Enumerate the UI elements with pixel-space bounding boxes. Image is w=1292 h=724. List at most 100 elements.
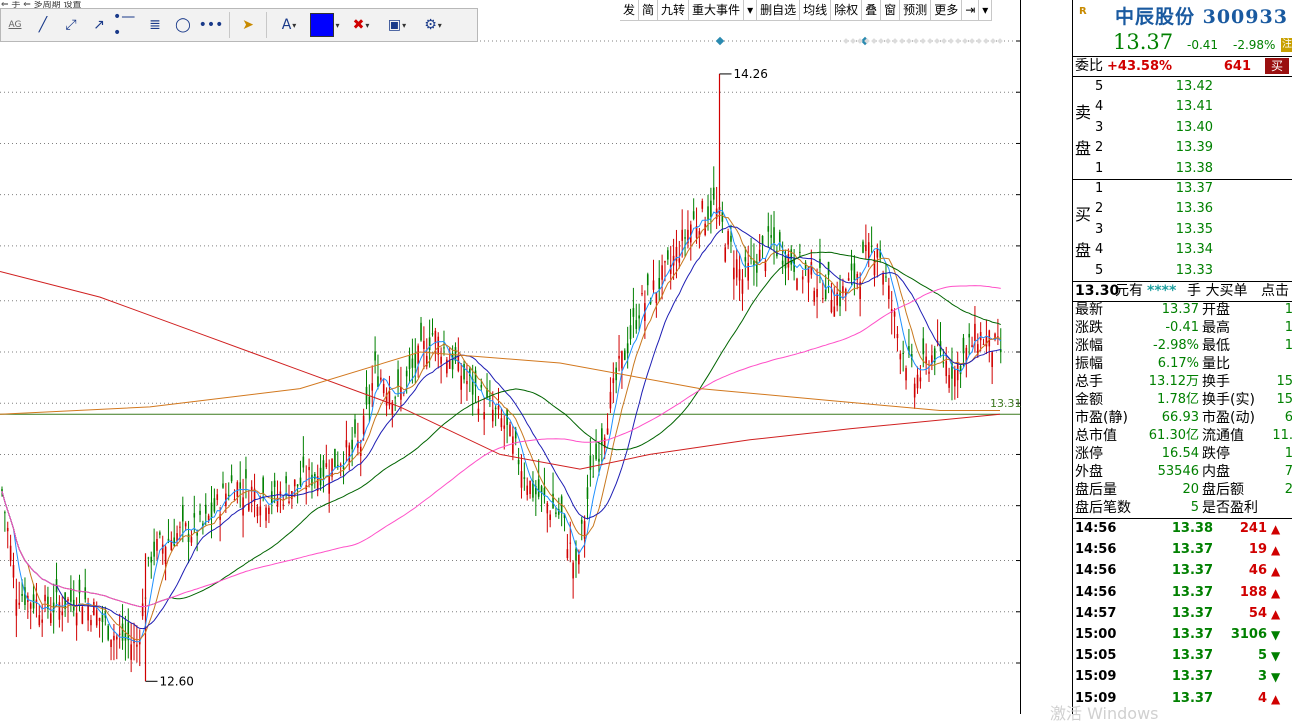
kline-chart[interactable]: 14.3514.2114.0713.9313.7913.6413.5013.36… [0, 0, 1022, 714]
stats-row: 涨跌 -0.41 最高 1 [1073, 319, 1292, 337]
candle-body [448, 360, 451, 369]
quote-panel: R 中辰股份 300933 13.37 -0.41 -2.98% 注 委比 +4… [1072, 0, 1292, 714]
tick-list[interactable]: 14:56 13.38 241 ▲ 14:56 13.37 19 ▲ 14:56 13.37 46 ▲… [1073, 519, 1292, 714]
low-annotation: 12.60 [160, 674, 194, 688]
hide-drawings-icon[interactable]: ▣ ▾ [379, 11, 415, 39]
top-menu-item[interactable]: 九转 [658, 0, 690, 20]
sell-level-row[interactable]: 4 13.41 [1073, 97, 1292, 117]
candle-body [405, 370, 408, 377]
candle-body [882, 273, 884, 285]
candle-body [196, 532, 198, 536]
candle-body [529, 480, 531, 495]
event-marker-icon [948, 38, 954, 44]
big-order-link[interactable]: 点击 [1261, 282, 1289, 301]
candle-body [913, 383, 916, 398]
buy-level-row[interactable]: 1 13.37 [1073, 179, 1292, 199]
top-menu-item[interactable]: 简 [639, 0, 659, 20]
sell-level-row[interactable]: 1 13.38 [1073, 159, 1292, 179]
candle-body [428, 337, 431, 351]
delete-icon[interactable]: ✖ ▾ [343, 11, 379, 39]
buy-button[interactable]: 买 [1265, 58, 1289, 74]
buy-level-row[interactable]: 5 13.33 [1073, 261, 1292, 281]
level-price: 13.42 [1175, 79, 1213, 94]
stock-name[interactable]: 中辰股份 300933 [1115, 2, 1288, 29]
top-menu-item[interactable]: ⇥ [962, 0, 980, 20]
candle-body [730, 235, 732, 242]
big-order-text1: 元有 [1115, 283, 1143, 299]
top-menu-item[interactable]: 更多 [931, 0, 963, 20]
top-menu-item[interactable]: 重大事件 [689, 0, 745, 20]
candle-body [308, 466, 310, 471]
candle-body [394, 397, 396, 399]
top-menu-bar: 发简九转 重大事件 ▾ 删自选 均线 除权叠窗预测 更多 ⇥ ▾ [620, 0, 993, 21]
candle-body [945, 361, 948, 377]
candle-body [164, 546, 167, 565]
ellipse-icon[interactable]: ◯ [169, 11, 197, 39]
candle-body [664, 261, 666, 263]
up-arrow-icon: ▲ [1271, 691, 1281, 706]
erase-tool-icon[interactable]: AG [1, 11, 29, 39]
arrow-line-icon[interactable]: ↗ [85, 11, 113, 39]
tick-volume: 3106 [1230, 627, 1267, 642]
top-menu-item[interactable]: 预测 [900, 0, 932, 20]
price-change: -0.41 [1187, 38, 1219, 52]
pointer-icon[interactable]: ➤ [234, 11, 262, 39]
candle-body [38, 615, 41, 626]
level-price: 13.33 [1175, 262, 1213, 278]
top-menu-item[interactable]: 均线 [800, 0, 832, 20]
stat-label-2: 流通值 [1202, 428, 1244, 444]
candle-body [954, 369, 956, 387]
candle-body [256, 506, 259, 517]
dotted-line-icon[interactable]: ••• [197, 11, 225, 39]
price-change-pct: -2.98% [1233, 38, 1276, 52]
level-index: 2 [1095, 201, 1104, 217]
settings-gear-icon[interactable]: ⚙ ▾ [415, 11, 451, 39]
candle-body [526, 485, 529, 495]
top-menu-item[interactable]: 窗 [881, 0, 901, 20]
sell-level-row[interactable]: 2 13.39 [1073, 138, 1292, 158]
weibi-row: 委比 +43.58% 641 买 [1073, 57, 1292, 76]
top-menu-item[interactable]: 叠 [862, 0, 882, 20]
candle-body [236, 482, 239, 497]
candle-body [546, 503, 549, 514]
event-marker-icon [976, 38, 982, 44]
stat-label-2: 是否盈利 [1202, 500, 1258, 516]
color-swatch-icon[interactable]: ▾ [307, 11, 343, 39]
buy-level-row[interactable]: 3 13.35 [1073, 220, 1292, 240]
candle-body [721, 212, 724, 222]
text-tool-icon[interactable]: A ▾ [271, 11, 307, 39]
parallel-lines-icon[interactable]: ≣ [141, 11, 169, 39]
candle-body [423, 340, 425, 349]
candle-body [824, 289, 827, 299]
sell-level-row[interactable]: 3 13.40 [1073, 118, 1292, 138]
top-menu-item[interactable]: 删自选 [757, 0, 801, 20]
line-segment-icon[interactable]: ╱ [29, 11, 57, 39]
down-arrow-icon: ▼ [1271, 649, 1281, 664]
candle-body [578, 554, 580, 565]
stat-value-2: 1 [1284, 302, 1292, 317]
level-index: 5 [1095, 262, 1104, 278]
stat-value: -0.41 [1165, 320, 1199, 335]
buy-level-row[interactable]: 2 13.36 [1073, 199, 1292, 219]
sell-level-row[interactable]: 5 13.42 [1073, 77, 1292, 97]
event-marker-icon [906, 38, 912, 44]
top-menu-item[interactable]: ▾ [744, 0, 758, 20]
horizontal-segment-icon[interactable]: •—• [113, 9, 141, 41]
stat-value: 13.12万 [1148, 374, 1199, 389]
buy-level-row[interactable]: 4 13.34 [1073, 240, 1292, 260]
candle-body [67, 598, 69, 602]
candle-body [351, 439, 353, 450]
ray-line-icon[interactable]: ⤢ [57, 11, 85, 39]
top-menu-item[interactable]: 除权 [831, 0, 863, 20]
candle-body [262, 477, 264, 494]
candle-body [626, 343, 629, 354]
candle-body [489, 397, 491, 399]
candle-body [612, 378, 615, 384]
stat-value: 13.37 [1161, 302, 1199, 317]
candle-body [417, 345, 419, 364]
kline-chart-area[interactable]: 14.3514.2114.0713.9313.7913.6413.5013.36… [0, 0, 1022, 714]
top-menu-item[interactable]: 发 [620, 0, 640, 20]
event-marker-icon [997, 38, 1003, 44]
candle-body [377, 376, 379, 387]
top-menu-item[interactable]: ▾ [979, 0, 993, 20]
